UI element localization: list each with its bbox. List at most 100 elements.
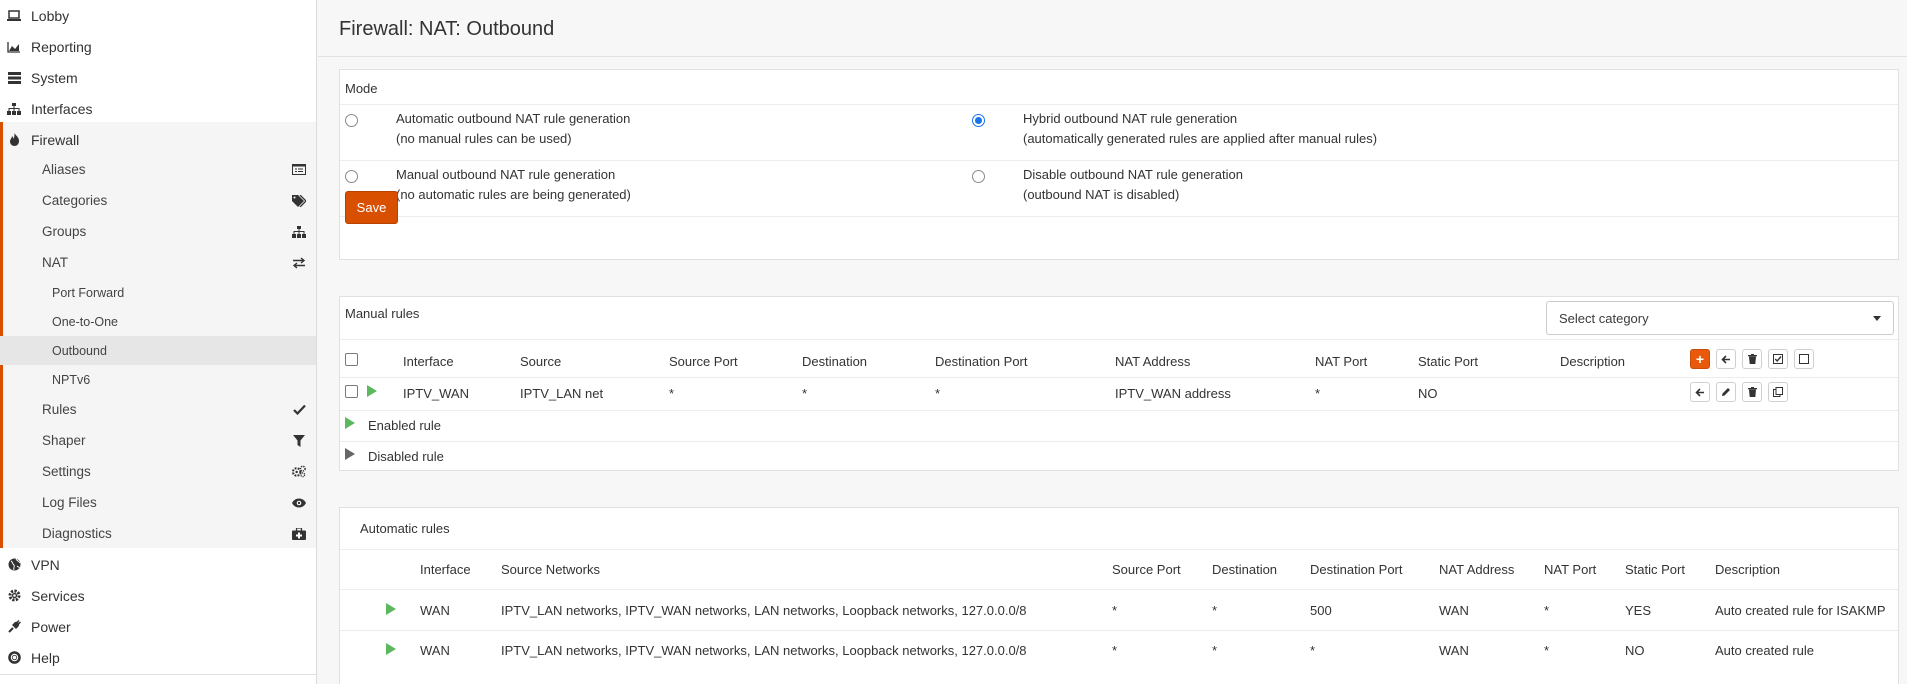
sidebar-item-label: NAT: [42, 255, 68, 270]
sidebar-item-label: Groups: [42, 224, 87, 239]
option-automatic: Automatic outbound NAT rule generation (…: [396, 109, 630, 149]
sidebar-item-system[interactable]: System: [0, 62, 316, 93]
sidebar-item-nptv6[interactable]: NPTv6: [0, 365, 316, 394]
cell-description: Auto created rule: [1715, 643, 1815, 658]
cell-destination: *: [1212, 603, 1218, 618]
enabled-play-icon[interactable]: [367, 385, 377, 397]
sidebar-item-help[interactable]: Help: [0, 642, 316, 673]
sidebar-item-settings[interactable]: Settings: [0, 456, 316, 487]
sidebar-item-label: Outbound: [52, 343, 107, 358]
cell-interface: WAN: [420, 643, 450, 658]
enabled-play-icon: [386, 603, 396, 615]
cell-static-port: NO: [1625, 643, 1645, 658]
sidebar-item-groups[interactable]: Groups: [0, 216, 316, 247]
sidebar-item-vpn[interactable]: VPN: [0, 549, 316, 580]
cell-interface: IPTV_WAN: [403, 386, 469, 401]
radio-manual[interactable]: [345, 170, 358, 183]
eye-icon: [292, 496, 306, 510]
cell-destination: *: [1212, 643, 1218, 658]
exchange-icon: [292, 256, 306, 270]
delete-rule-button[interactable]: [1742, 382, 1762, 402]
cogs-icon: [292, 465, 306, 479]
clone-rule-button[interactable]: [1768, 382, 1788, 402]
sidebar-item-reporting[interactable]: Reporting: [0, 31, 316, 62]
sidebar-item-diagnostics[interactable]: Diagnostics: [0, 518, 316, 549]
option-title: Automatic outbound NAT rule generation: [396, 111, 631, 126]
sidebar-item-interfaces[interactable]: Interfaces: [0, 93, 316, 124]
cell-nat-address: WAN: [1439, 643, 1469, 658]
sidebar-item-label: VPN: [31, 556, 60, 573]
option-disable: Disable outbound NAT rule generation (ou…: [1023, 165, 1243, 205]
radio-automatic[interactable]: [345, 114, 358, 127]
row-divider: [340, 377, 1898, 378]
sidebar-item-port-forward[interactable]: Port Forward: [0, 278, 316, 307]
cell-source-port: *: [1112, 603, 1118, 618]
globe-icon: [7, 558, 21, 572]
move-rule-button[interactable]: [1690, 382, 1710, 402]
cell-static-port: NO: [1418, 386, 1438, 401]
sidebar-item-one-to-one[interactable]: One-to-One: [0, 307, 316, 336]
option-hint: (automatically generated rules are appli…: [1023, 131, 1378, 146]
radio-disable[interactable]: [972, 170, 985, 183]
delete-selected-button[interactable]: [1742, 349, 1762, 369]
sidebar-item-nat[interactable]: NAT: [0, 247, 316, 278]
enabled-rule-legend-icon: [345, 417, 355, 429]
square-icon: [1799, 354, 1809, 364]
sidebar-item-log-files[interactable]: Log Files: [0, 487, 316, 518]
cell-nat-port: *: [1315, 386, 1321, 401]
col-description: Description: [1715, 562, 1781, 577]
sidebar-item-label: Shaper: [42, 433, 86, 448]
laptop-icon: [7, 9, 21, 23]
col-static-port: Static Port: [1418, 354, 1478, 369]
col-nat-address: NAT Address: [1115, 354, 1191, 369]
row-divider: [340, 630, 1898, 631]
caret-down-icon: [1873, 316, 1881, 321]
title-divider: [318, 56, 1907, 57]
row-checkbox[interactable]: [345, 385, 358, 398]
cell-nat-port: *: [1544, 603, 1550, 618]
option-hybrid: Hybrid outbound NAT rule generation (aut…: [1023, 109, 1377, 149]
option-manual: Manual outbound NAT rule generation (no …: [396, 165, 631, 205]
sidebar-item-label: Help: [31, 649, 60, 666]
sidebar-item-label: Categories: [42, 193, 108, 208]
cell-source-port: *: [669, 386, 675, 401]
col-static-port: Static Port: [1625, 562, 1685, 577]
plug-icon: [7, 620, 21, 634]
move-button[interactable]: [1716, 349, 1736, 369]
add-rule-button[interactable]: +: [1690, 349, 1710, 369]
automatic-rules-heading: Automatic rules: [360, 521, 450, 536]
col-destination: Destination: [1212, 562, 1278, 577]
enabled-play-icon: [386, 643, 396, 655]
sidebar-item-aliases[interactable]: Aliases: [0, 154, 316, 185]
cell-source: IPTV_LAN net: [520, 386, 604, 401]
cell-nat-port: *: [1544, 643, 1550, 658]
sidebar-item-outbound[interactable]: Outbound: [0, 336, 316, 365]
col-destination-port: Destination Port: [935, 354, 1028, 369]
edit-rule-button[interactable]: [1716, 382, 1736, 402]
sidebar-item-services[interactable]: Services: [0, 580, 316, 611]
area-chart-icon: [7, 40, 21, 54]
cell-nat-address: IPTV_WAN address: [1115, 386, 1231, 401]
save-button[interactable]: Save: [345, 191, 398, 224]
col-description: Description: [1560, 354, 1626, 369]
cell-destination-port: 500: [1310, 603, 1332, 618]
enable-selected-button[interactable]: [1768, 349, 1788, 369]
disable-selected-button[interactable]: [1794, 349, 1814, 369]
sidebar-item-categories[interactable]: Categories: [0, 185, 316, 216]
mode-heading: Mode: [345, 81, 378, 96]
select-all-checkbox[interactable]: [345, 353, 358, 366]
sidebar-item-power[interactable]: Power: [0, 611, 316, 642]
col-destination: Destination: [802, 354, 868, 369]
sitemap-icon: [7, 102, 21, 116]
sidebar-item-rules[interactable]: Rules: [0, 394, 316, 425]
sidebar-item-label: One-to-One: [52, 314, 119, 329]
sidebar-item-firewall[interactable]: Firewall: [0, 124, 316, 155]
cell-source-port: *: [1112, 643, 1118, 658]
radio-hybrid[interactable]: [972, 114, 985, 127]
sidebar-item-lobby[interactable]: Lobby: [0, 0, 316, 31]
col-interface: Interface: [420, 562, 471, 577]
sidebar-item-shaper[interactable]: Shaper: [0, 425, 316, 456]
sidebar-item-label: Lobby: [31, 7, 70, 24]
disabled-rule-legend-icon: [345, 448, 355, 460]
category-select[interactable]: Select category: [1546, 301, 1894, 335]
